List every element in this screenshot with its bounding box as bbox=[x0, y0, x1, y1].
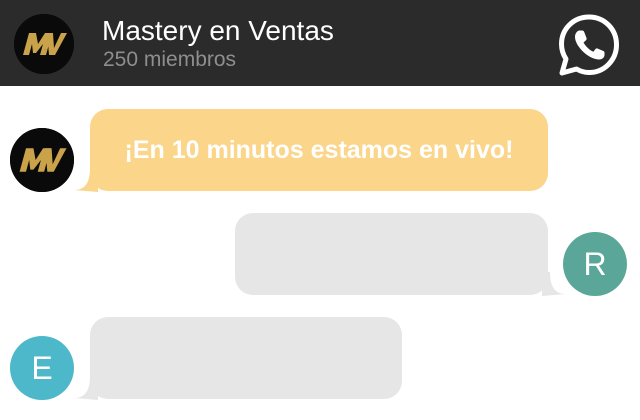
bubble-tail bbox=[542, 272, 566, 296]
message-bubble[interactable] bbox=[90, 317, 402, 399]
chat-header: MV Mastery en Ventas 250 miembros bbox=[0, 0, 640, 86]
mv-logo bbox=[10, 128, 74, 192]
group-title: Mastery en Ventas bbox=[102, 15, 334, 46]
sender-avatar-mv[interactable] bbox=[10, 128, 74, 192]
member-count: 250 miembros bbox=[103, 48, 237, 71]
sender-avatar-e[interactable]: E bbox=[10, 336, 74, 400]
sender-avatar-r[interactable]: R bbox=[563, 232, 627, 296]
group-avatar[interactable]: MV bbox=[14, 14, 74, 74]
message-bubble[interactable] bbox=[235, 213, 548, 295]
message-text: ¡En 10 minutos estamos en vivo! bbox=[124, 135, 514, 164]
message-bubble[interactable]: ¡En 10 minutos estamos en vivo! bbox=[90, 109, 548, 191]
mv-logo: MV bbox=[14, 14, 74, 74]
whatsapp-icon[interactable] bbox=[556, 12, 622, 78]
